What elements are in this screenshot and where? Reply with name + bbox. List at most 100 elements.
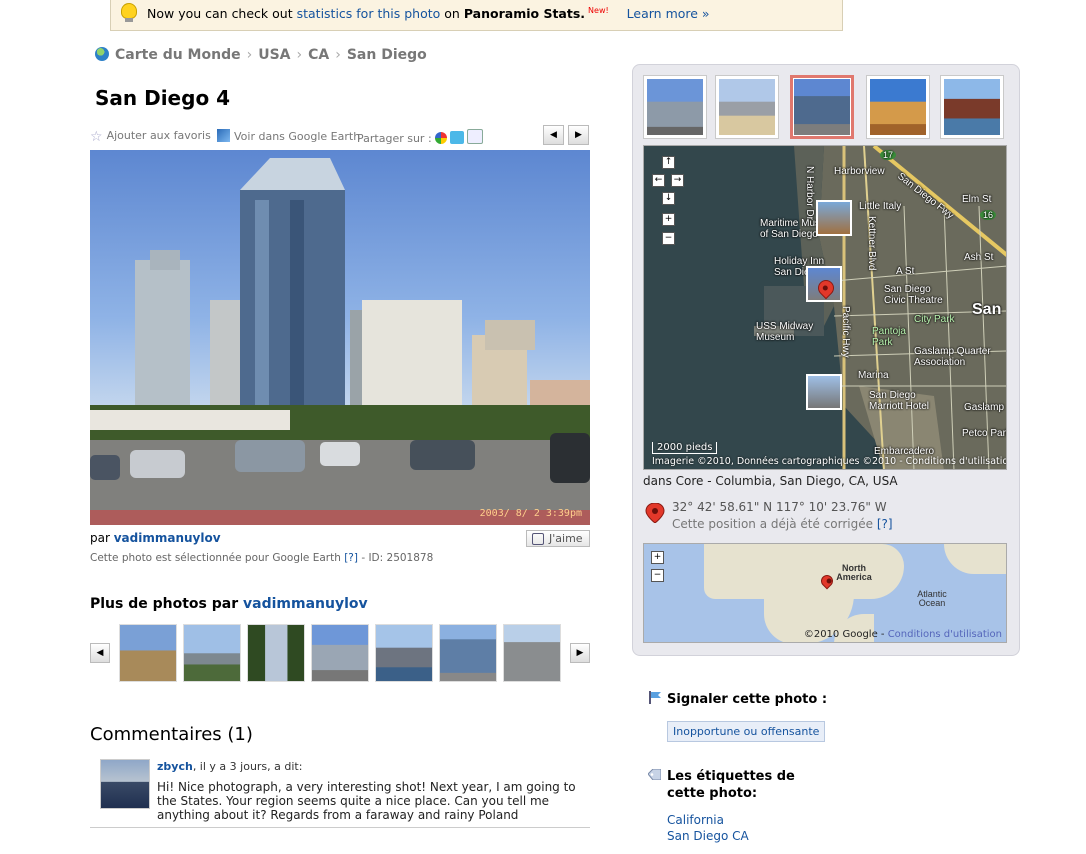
breadcrumb-world[interactable]: Carte du Monde bbox=[115, 47, 241, 63]
map-label: Marina bbox=[858, 370, 889, 381]
map-label: Pantoja Park bbox=[872, 326, 906, 348]
terms-link[interactable]: Conditions d'utilisation bbox=[888, 629, 1002, 640]
share-email-icon[interactable] bbox=[466, 129, 483, 144]
nearby-photo-thumb[interactable] bbox=[715, 75, 779, 139]
more-photos-author-link[interactable]: vadimmanuylov bbox=[243, 596, 368, 612]
google-earth-icon bbox=[217, 129, 230, 142]
learn-more-link[interactable]: Learn more » bbox=[627, 6, 710, 21]
comment-author-link[interactable]: zbych bbox=[157, 760, 193, 773]
zoom-in-button[interactable]: + bbox=[651, 551, 664, 564]
star-icon: ☆ bbox=[90, 129, 103, 145]
map-label: Kettner Blvd bbox=[866, 216, 877, 271]
zoom-in-button[interactable]: + bbox=[662, 213, 675, 226]
share-twitter-icon[interactable] bbox=[449, 131, 464, 144]
arrow-left-icon: ◀ bbox=[96, 648, 104, 658]
position-corrected-note: Cette position a déjà été corrigée [?] bbox=[672, 517, 893, 531]
zoom-out-button[interactable]: − bbox=[651, 569, 664, 582]
overview-map-copyright: ©2010 Google - Conditions d'utilisation bbox=[803, 629, 1002, 640]
tags-heading: Les étiquettes de cette photo: bbox=[667, 769, 795, 801]
more-photos-next-button[interactable]: ▶ bbox=[570, 643, 590, 663]
map-label-atlantic: Atlantic Ocean bbox=[917, 589, 947, 608]
zoom-out-button[interactable]: − bbox=[662, 232, 675, 245]
map-copyright: Imagerie ©2010, Données cartographiques … bbox=[652, 456, 1007, 467]
map-pin-icon bbox=[645, 503, 665, 523]
map-photo-marker[interactable] bbox=[806, 374, 842, 410]
nearby-photo-thumb[interactable] bbox=[940, 75, 1004, 139]
comment-text: Hi! Nice photograph, a very interesting … bbox=[157, 780, 576, 822]
breadcrumb: Carte du Monde › USA › CA › San Diego bbox=[95, 47, 427, 63]
author-link[interactable]: vadimmanuylov bbox=[114, 531, 221, 545]
arrow-left-icon: ◀ bbox=[550, 130, 557, 140]
globe-icon bbox=[95, 47, 109, 61]
tag-link[interactable]: San Diego CA bbox=[667, 829, 749, 843]
prev-photo-button[interactable]: ◀ bbox=[543, 125, 564, 145]
tag-icon bbox=[648, 769, 661, 780]
more-photo-thumb[interactable] bbox=[183, 624, 241, 682]
pan-down-button[interactable]: ↓ bbox=[662, 192, 675, 205]
stats-notice-bar: Now you can check out statistics for thi… bbox=[110, 0, 843, 31]
avatar[interactable] bbox=[100, 759, 150, 809]
overview-map[interactable]: + − North America Atlantic Ocean ©2010 G… bbox=[643, 543, 1007, 643]
breadcrumb-ca[interactable]: CA bbox=[308, 47, 329, 63]
map-label: San Diego Civic Theatre bbox=[884, 284, 943, 306]
map-photo-marker[interactable] bbox=[816, 200, 852, 236]
pan-right-button[interactable]: → bbox=[671, 174, 684, 187]
breadcrumb-san-diego[interactable]: San Diego bbox=[347, 47, 427, 63]
more-photo-thumb[interactable] bbox=[439, 624, 497, 682]
map-label: Harborview bbox=[834, 166, 885, 177]
selection-note: Cette photo est sélectionnée pour Google… bbox=[90, 552, 434, 564]
map-label: USS Midway Museum bbox=[756, 321, 814, 343]
tag-link[interactable]: California bbox=[667, 813, 724, 827]
photo-actions: ☆ Ajouter aux favoris Voir dans Google Ea… bbox=[90, 129, 590, 147]
more-photo-thumb[interactable] bbox=[247, 624, 305, 682]
comment-meta: zbych, il y a 3 jours, a dit: bbox=[157, 760, 303, 773]
notice-text: Now you can check out statistics for thi… bbox=[147, 6, 710, 21]
comments-heading: Commentaires (1) bbox=[90, 724, 253, 745]
more-photo-thumb[interactable] bbox=[375, 624, 433, 682]
more-photo-thumb[interactable] bbox=[311, 624, 369, 682]
map-scale: 2000 pieds bbox=[652, 442, 718, 454]
map-label: City Park bbox=[914, 314, 955, 325]
nearby-photo-thumb-selected[interactable] bbox=[790, 75, 854, 139]
flag-icon bbox=[649, 691, 661, 704]
photo-skyline bbox=[90, 158, 590, 525]
more-photos-prev-button[interactable]: ◀ bbox=[90, 643, 110, 663]
pan-up-button[interactable]: ↑ bbox=[662, 156, 675, 169]
breadcrumb-usa[interactable]: USA bbox=[258, 47, 290, 63]
highway-shield: 16 bbox=[980, 210, 997, 220]
map-label: Gaslamp Quarter Association bbox=[914, 346, 991, 368]
lightbulb-icon bbox=[121, 3, 137, 22]
satellite-map[interactable]: ↑ ← → ↓ + − Harborview Little Italy Mari… bbox=[643, 145, 1007, 470]
highway-shield: 17 bbox=[880, 150, 897, 160]
next-photo-button[interactable]: ▶ bbox=[568, 125, 589, 145]
chevron-right-icon: › bbox=[246, 47, 253, 63]
map-label: Little Italy bbox=[859, 201, 902, 212]
stats-link[interactable]: statistics for this photo bbox=[297, 6, 441, 21]
more-photo-thumb[interactable] bbox=[119, 624, 177, 682]
share-group: Partager sur : bbox=[357, 129, 483, 145]
map-label: Pacific Hwy bbox=[840, 306, 851, 358]
page-title: San Diego 4 bbox=[95, 86, 231, 110]
more-photo-thumb[interactable] bbox=[503, 624, 561, 682]
help-link[interactable]: [?] bbox=[344, 552, 358, 564]
main-photo[interactable]: 2003/ 8/ 2 3:39pm bbox=[90, 150, 590, 525]
nearby-photo-thumb[interactable] bbox=[866, 75, 930, 139]
pan-left-button[interactable]: ← bbox=[652, 174, 665, 187]
view-google-earth-link[interactable]: Voir dans Google Earth bbox=[217, 129, 360, 143]
stats-brand: Panoramio Stats. bbox=[463, 6, 586, 21]
add-favorite-link[interactable]: ☆ Ajouter aux favoris bbox=[90, 129, 211, 145]
share-google-icon[interactable] bbox=[434, 132, 447, 144]
report-offensive-button[interactable]: Inopportune ou offensante bbox=[667, 721, 826, 742]
smiley-icon bbox=[532, 533, 544, 545]
new-badge: New! bbox=[588, 6, 609, 15]
map-label: A St bbox=[896, 266, 915, 277]
help-link[interactable]: [?] bbox=[877, 517, 893, 531]
arrow-right-icon: ▶ bbox=[575, 130, 582, 140]
like-button[interactable]: J'aime bbox=[526, 530, 590, 547]
coordinates-text: 32° 42' 58.61" N 117° 10' 23.76" W bbox=[672, 500, 887, 514]
map-label: Gaslamp bbox=[964, 402, 1005, 413]
nearby-photo-thumb[interactable] bbox=[643, 75, 707, 139]
report-heading: Signaler cette photo : bbox=[667, 692, 828, 707]
chevron-right-icon: › bbox=[296, 47, 303, 63]
map-imagery bbox=[644, 146, 1006, 469]
